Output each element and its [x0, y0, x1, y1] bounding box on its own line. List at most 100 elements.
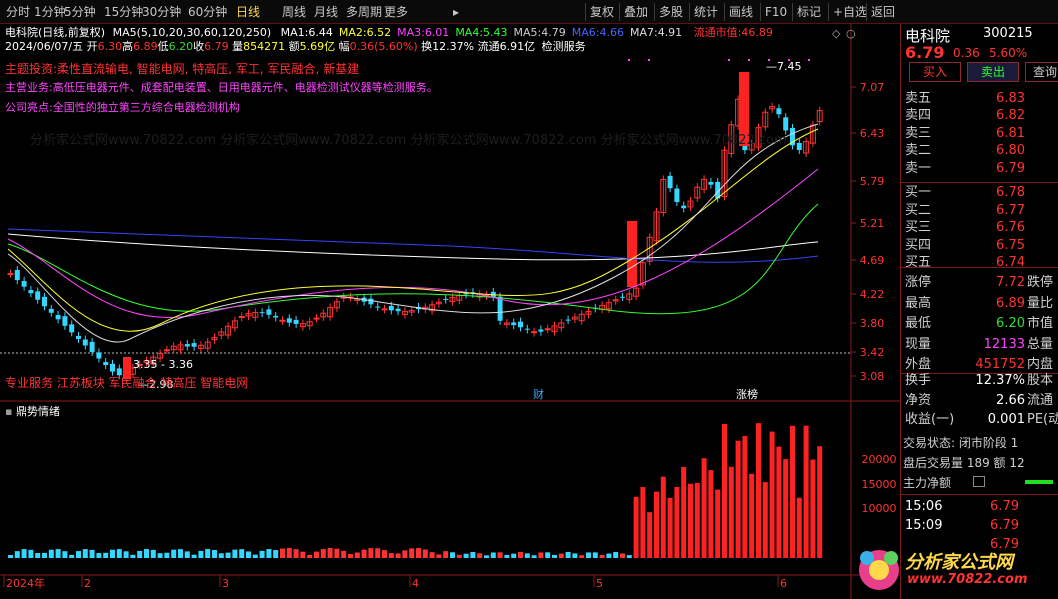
- query-button[interactable]: 查询: [1025, 62, 1058, 82]
- kline-chart-area[interactable]: 7.07 6.43 5.79 5.21 4.69 4.22 3.80 3.42 3.08 2000…: [0, 24, 900, 599]
- toolbar-button-4[interactable]: 画线: [729, 3, 753, 21]
- logo-url: www.70822.com: [907, 572, 1028, 587]
- indicator-collapse-icon[interactable]: ▪: [5, 405, 12, 418]
- bar-date: 2024/06/07/五: [5, 40, 84, 53]
- toolbar-button-6[interactable]: 标记: [797, 3, 821, 21]
- period-2[interactable]: 5分钟: [64, 3, 96, 21]
- amt-label: 额: [288, 40, 300, 53]
- stat-label: 涨停: [905, 275, 932, 290]
- volume-bar: [21, 549, 27, 558]
- volume-bar: [320, 549, 326, 558]
- candle-body: [313, 317, 320, 320]
- volume-bar: [96, 553, 102, 558]
- candle-body: [538, 329, 544, 332]
- volume-bar: [8, 555, 13, 558]
- period-7[interactable]: 周线: [282, 3, 306, 21]
- tick-row: 15:06 6.79: [901, 496, 1058, 517]
- period-5[interactable]: 60分钟: [188, 3, 227, 21]
- volume-bar: [218, 553, 224, 558]
- volume-bar: [150, 549, 156, 558]
- volume-bar: [626, 555, 632, 558]
- candle-body: [191, 343, 197, 347]
- candle-body: [82, 339, 88, 346]
- period-0[interactable]: 分时: [6, 3, 30, 21]
- buy-button[interactable]: 买入: [909, 62, 961, 82]
- stat-right-label: 量比: [1027, 295, 1054, 311]
- stat-value: 12.37%: [975, 373, 1025, 388]
- candle-body: [28, 290, 34, 294]
- high-annotation: —7.45: [766, 60, 802, 73]
- period-10[interactable]: 更多: [384, 3, 408, 21]
- candle-body: [293, 319, 299, 324]
- candle-body: [89, 341, 95, 352]
- toolbar-button-7[interactable]: +自选: [833, 3, 867, 21]
- candle-body: [48, 308, 54, 313]
- quote-change: 0.36: [953, 46, 980, 60]
- turn-value: 12.37%: [432, 40, 475, 53]
- sell-button[interactable]: 卖出: [967, 62, 1019, 82]
- toolbar-button-3[interactable]: 统计: [694, 3, 718, 21]
- candle-body: [55, 315, 61, 320]
- volume-bar: [103, 552, 109, 558]
- candle-body: [69, 324, 75, 333]
- main-force-icon[interactable]: [973, 476, 985, 487]
- period-8[interactable]: 月线: [314, 3, 338, 21]
- chart-close-icon[interactable]: ◇: [832, 27, 840, 40]
- volume-bar: [756, 423, 761, 558]
- toolbar-button-2[interactable]: 多股: [659, 3, 683, 21]
- volume-bar: [783, 459, 789, 558]
- volume-bar: [722, 423, 727, 558]
- volume-bar: [246, 551, 251, 558]
- candle-body: [184, 344, 190, 347]
- volume-bar: [538, 552, 544, 558]
- volume-bar: [470, 552, 476, 558]
- period-3[interactable]: 15分钟: [104, 3, 143, 21]
- volume-bar: [157, 553, 163, 558]
- bid-row[interactable]: 买五 6.74: [901, 252, 1058, 273]
- volume-bar: [395, 553, 401, 558]
- date-label: 2024年: [6, 576, 45, 590]
- toolbar-button-5[interactable]: F10: [765, 3, 787, 21]
- volume-bar: [749, 473, 755, 558]
- marker-zhangbang[interactable]: 涨榜: [736, 387, 758, 401]
- candle-body: [708, 181, 714, 185]
- toolbar-button-0[interactable]: 复权: [590, 3, 614, 21]
- quote-price: 6.79: [905, 43, 945, 62]
- candle-body: [110, 363, 115, 372]
- candle-body: [388, 305, 394, 311]
- ask-row[interactable]: 卖一 6.79: [901, 158, 1058, 179]
- stat-label: 最低: [905, 316, 932, 331]
- candle-body: [103, 362, 109, 366]
- candle-body: [96, 352, 102, 359]
- volume-bar: [531, 555, 537, 558]
- price-tick: 5.21: [860, 217, 885, 230]
- candle-body: [518, 321, 523, 328]
- ohlc-value-3: 6.79: [204, 40, 229, 53]
- volume-bar: [606, 553, 612, 558]
- volume-bar: [429, 552, 435, 558]
- period-9[interactable]: 多周期: [346, 3, 382, 21]
- period-6[interactable]: 日线: [236, 3, 260, 21]
- volume-bar: [144, 549, 149, 558]
- volume-bar: [178, 549, 183, 558]
- toolbar-button-8[interactable]: 返回: [871, 3, 895, 21]
- volume-bar: [273, 550, 279, 558]
- chart-menu-icon[interactable]: ○: [846, 27, 856, 40]
- volume-bar: [137, 550, 143, 558]
- stat-right-label: 流通: [1027, 392, 1054, 408]
- toolbar-button-1[interactable]: 叠加: [624, 3, 648, 21]
- marker-cai[interactable]: 财: [533, 387, 544, 401]
- candle-body: [443, 298, 449, 300]
- price-tick: 4.22: [860, 288, 885, 301]
- candle-body: [796, 142, 802, 150]
- more-chevron-icon[interactable]: ▸: [453, 3, 459, 21]
- volume-bar: [688, 483, 693, 558]
- period-1[interactable]: 1分钟: [34, 3, 66, 21]
- period-4[interactable]: 30分钟: [142, 3, 181, 21]
- ma-values: MA1:6.44 MA2:6.52 MA3:6.01 MA4:5.43 MA5:4.79…: [275, 26, 683, 39]
- stat-right-label: PE(动: [1027, 412, 1058, 427]
- candle-body: [116, 368, 122, 376]
- volume-bar: [518, 552, 523, 558]
- volume-bar: [579, 555, 585, 558]
- main-force-label: 主力净额: [903, 476, 952, 490]
